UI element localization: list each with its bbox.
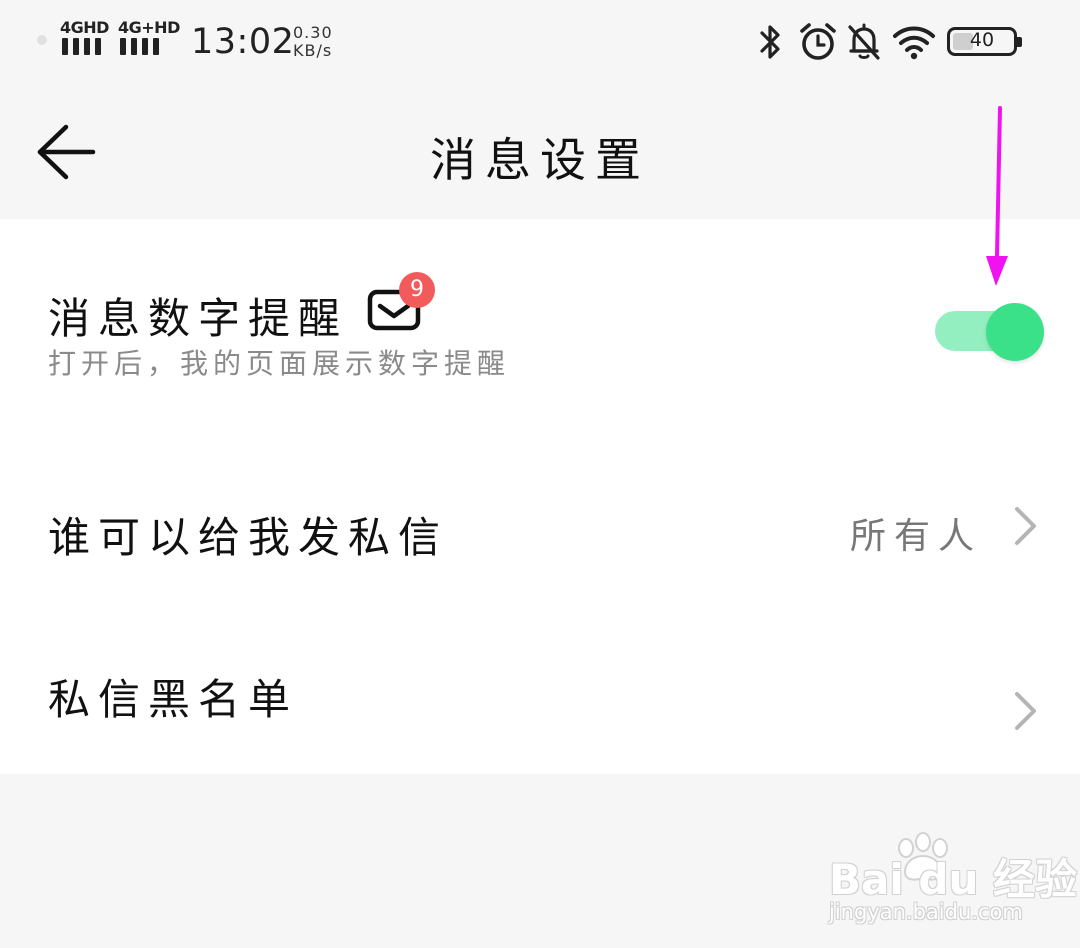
page-title: 消息设置 [430, 133, 650, 187]
settings-list: 消息数字提醒 9 打开后，我的页面展示数字提醒 谁可以给我发私信 所有人 私信黑… [0, 219, 1080, 774]
network-speed: 0.30 KB/s [293, 24, 333, 60]
header-bar: 消息设置 [0, 86, 1080, 219]
network-speed-value: 0.30 [293, 23, 333, 42]
network-type-label: 4G+HD [118, 18, 180, 37]
setting-row-who-can-message[interactable]: 谁可以给我发私信 所有人 [0, 439, 1080, 609]
notification-dot [37, 35, 47, 45]
signal-indicator-sim2: 4G+HD [118, 18, 180, 58]
signal-indicator-sim1: 4GHD [60, 18, 109, 58]
network-speed-unit: KB/s [293, 41, 333, 60]
bell-muted-icon [848, 23, 880, 60]
watermark-url: jingyan.baidu.com [829, 900, 1023, 924]
signal-bars-icon [120, 38, 159, 55]
battery-percent: 40 [969, 29, 995, 51]
annotation-arrow-icon [986, 106, 1008, 286]
battery-icon: 40 [947, 27, 1022, 56]
setting-title: 私信黑名单 [48, 675, 299, 724]
chevron-right-icon [1015, 692, 1036, 730]
alarm-icon [800, 23, 836, 60]
network-type-label: 4GHD [60, 18, 109, 37]
setting-title: 消息数字提醒 [48, 294, 349, 343]
message-count-toggle[interactable] [933, 303, 1047, 361]
battery-cap [1017, 37, 1022, 47]
setting-row-message-count-reminder: 消息数字提醒 9 打开后，我的页面展示数字提醒 [0, 219, 1080, 439]
baidu-jingyan-watermark: Bai du 经验 jingyan.baidu.com [826, 830, 1077, 930]
setting-row-message-blacklist[interactable]: 私信黑名单 [0, 609, 1080, 774]
notification-count-badge: 9 [399, 272, 435, 308]
wifi-icon [893, 26, 935, 60]
chevron-right-icon [1015, 507, 1036, 545]
signal-bars-icon [62, 38, 101, 55]
status-bar: 4GHD 4G+HD 13:02 0.30 KB/s 40 [0, 0, 1080, 86]
bluetooth-icon [760, 25, 780, 59]
watermark-brand: Bai du 经验 [829, 855, 1077, 904]
status-time: 13:02 [191, 22, 295, 62]
setting-title: 谁可以给我发私信 [48, 513, 449, 562]
setting-value: 所有人 [849, 516, 982, 557]
toggle-knob [986, 303, 1044, 361]
setting-description: 打开后，我的页面展示数字提醒 [48, 347, 511, 380]
